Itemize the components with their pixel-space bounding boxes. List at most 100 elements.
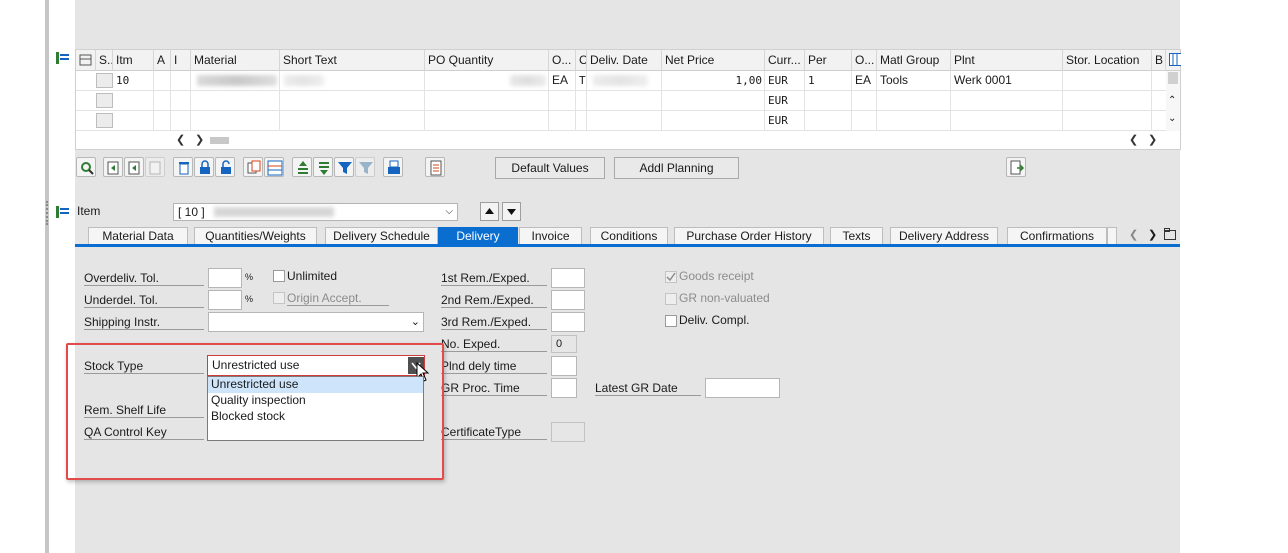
cell-stor-location[interactable]: [1063, 91, 1152, 111]
cell-plant[interactable]: [951, 111, 1063, 131]
filter-icon[interactable]: [334, 157, 354, 177]
col-status[interactable]: S..: [96, 50, 113, 71]
gr-proc-time-input[interactable]: [551, 378, 577, 398]
copy-icon[interactable]: [243, 157, 263, 177]
col-po-quantity[interactable]: PO Quantity: [425, 50, 549, 71]
col-plant[interactable]: Plnt: [951, 50, 1063, 71]
cell-item[interactable]: [113, 91, 154, 111]
scroll-left-icon[interactable]: ❮: [1129, 133, 1138, 146]
first-rem-exped-input[interactable]: [551, 268, 585, 288]
scroll-thumb[interactable]: [1168, 72, 1178, 84]
gr-non-valuated-checkbox[interactable]: [665, 293, 677, 305]
cell-item[interactable]: 10: [113, 71, 154, 91]
tab-delivery[interactable]: Delivery: [438, 227, 518, 245]
origin-accept-checkbox[interactable]: [273, 292, 285, 304]
cell-account[interactable]: [154, 91, 171, 111]
cell-plant[interactable]: [951, 91, 1063, 111]
sort-desc-icon[interactable]: [313, 157, 333, 177]
cell-po-quantity[interactable]: [425, 71, 549, 91]
tabs-right-icon[interactable]: ❯: [1148, 228, 1157, 241]
paste-row-icon[interactable]: [145, 157, 165, 177]
cell-category[interactable]: [171, 91, 191, 111]
export-icon[interactable]: [1006, 157, 1026, 177]
copy-row-icon[interactable]: [124, 157, 144, 177]
col-matl-group[interactable]: Matl Group: [877, 50, 951, 71]
col-short-text[interactable]: Short Text: [280, 50, 425, 71]
tab-quantities-weights[interactable]: Quantities/Weights: [194, 227, 317, 245]
col-order-unit[interactable]: O...: [549, 50, 576, 71]
cell-c[interactable]: T: [576, 71, 587, 91]
cell-order-price-unit[interactable]: [852, 111, 877, 131]
tab-conditions[interactable]: Conditions: [590, 227, 668, 245]
tab-confirmations[interactable]: Confirmations: [1007, 227, 1107, 245]
tab-overflow[interactable]: [1107, 227, 1117, 245]
cell-c[interactable]: [576, 91, 587, 111]
col-per[interactable]: Per: [805, 50, 852, 71]
cell-short-text[interactable]: [280, 71, 425, 91]
col-category[interactable]: I: [171, 50, 191, 71]
col-net-price[interactable]: Net Price: [662, 50, 765, 71]
details-icon[interactable]: [76, 157, 96, 177]
cell-deliv-date[interactable]: [587, 71, 662, 91]
cell-stor-location[interactable]: [1063, 71, 1152, 91]
unlock-icon[interactable]: [215, 157, 235, 177]
cell-plant[interactable]: Werk 0001: [951, 71, 1063, 91]
cell-c[interactable]: [576, 111, 587, 131]
cell-order-unit[interactable]: [549, 111, 576, 131]
underdel-tol-input[interactable]: [208, 290, 242, 310]
tab-texts[interactable]: Texts: [830, 227, 883, 245]
table-row[interactable]: 10 EA T 1,00 EUR 1 EA Tools Werk 0001: [76, 71, 1166, 91]
filter-off-icon[interactable]: [355, 157, 375, 177]
overdeliv-tol-input[interactable]: [208, 268, 242, 288]
cell-po-quantity[interactable]: [425, 111, 549, 131]
scroll-right-icon[interactable]: ❯: [1148, 133, 1157, 146]
col-currency[interactable]: Curr...: [765, 50, 805, 71]
sort-icon[interactable]: [292, 157, 312, 177]
col-item[interactable]: Itm: [113, 50, 154, 71]
cell-category[interactable]: [171, 111, 191, 131]
cell-per[interactable]: [805, 111, 852, 131]
col-stor-location[interactable]: Stor. Location: [1063, 50, 1152, 71]
latest-gr-date-input[interactable]: [705, 378, 780, 398]
cell-per[interactable]: [805, 91, 852, 111]
cell-material[interactable]: [191, 71, 280, 91]
tabs-left-icon[interactable]: ❮: [1129, 228, 1138, 241]
row-selector[interactable]: [96, 73, 113, 88]
cell-deliv-date[interactable]: [587, 91, 662, 111]
cell-order-unit[interactable]: [549, 91, 576, 111]
tab-purchase-order-history[interactable]: Purchase Order History: [674, 227, 824, 245]
cell-net-price[interactable]: [662, 111, 765, 131]
col-c[interactable]: C: [576, 50, 587, 71]
cell-item[interactable]: [113, 111, 154, 131]
print-icon[interactable]: [383, 157, 403, 177]
cell-per[interactable]: 1: [805, 71, 852, 91]
splitter-handle[interactable]: [46, 201, 49, 225]
cell-net-price[interactable]: 1,00: [662, 71, 765, 91]
delete-icon[interactable]: [173, 157, 193, 177]
cell-stor-location[interactable]: [1063, 111, 1152, 131]
col-material[interactable]: Material: [191, 50, 280, 71]
column-config-icon[interactable]: [1166, 50, 1181, 71]
add-row-icon[interactable]: [103, 157, 123, 177]
cell-short-text[interactable]: [280, 111, 425, 131]
lock-icon[interactable]: [194, 157, 214, 177]
scroll-up-icon[interactable]: ⌃: [1168, 95, 1176, 106]
col-account[interactable]: A: [154, 50, 171, 71]
third-rem-exped-input[interactable]: [551, 312, 585, 332]
second-rem-exped-input[interactable]: [551, 290, 585, 310]
tab-material-data[interactable]: Material Data: [88, 227, 188, 245]
default-values-button[interactable]: Default Values: [495, 157, 605, 179]
next-item-button[interactable]: [502, 202, 521, 221]
cell-order-unit[interactable]: EA: [549, 71, 576, 91]
tab-invoice[interactable]: Invoice: [519, 227, 582, 245]
cell-deliv-date[interactable]: [587, 111, 662, 131]
table-row[interactable]: EUR: [76, 91, 1166, 111]
row-selector[interactable]: [96, 93, 113, 108]
deliv-compl-checkbox[interactable]: [665, 315, 677, 327]
cell-currency[interactable]: EUR: [765, 71, 805, 91]
item-toggle-icon[interactable]: [55, 204, 71, 220]
select-all-icon[interactable]: [76, 50, 96, 71]
cell-category[interactable]: [171, 71, 191, 91]
row-selector[interactable]: [96, 113, 113, 128]
h-scroll-thumb[interactable]: [210, 137, 229, 144]
